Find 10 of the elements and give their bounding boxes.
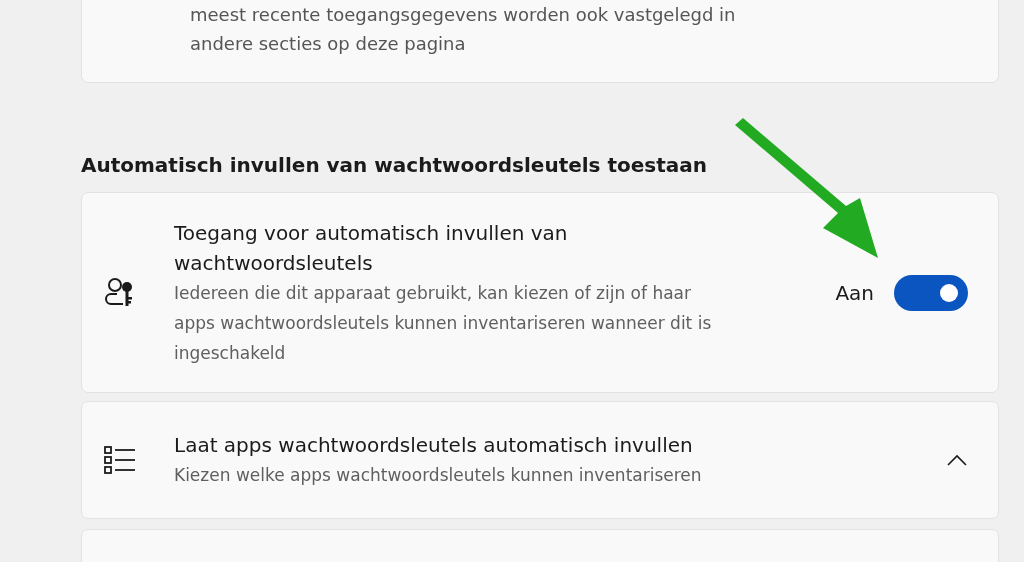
setting-description: Iedereen die dit apparaat gebruikt, kan kiezen of zijn of haar apps wachtwoordsleutels kunnen inventariseren wanneer dit is ingeschakeld	[174, 282, 713, 365]
list-icon	[103, 443, 137, 477]
card-description: meest recente toegangsgegevens worden ook vastgelegd in andere secties op deze pagina	[190, 3, 737, 56]
toggle-state-label: Aan	[835, 281, 874, 305]
chevron-up-icon[interactable]	[946, 453, 968, 467]
setting-description: Kiezen welke apps wachtwoordsleutels kunnen inventariseren	[174, 464, 703, 487]
section-heading: Automatisch invullen van wachtwoordsleutels toestaan	[81, 153, 709, 177]
setting-title: Laat apps wachtwoordsleutels automatisch invullen	[174, 432, 694, 459]
setting-title: Toegang voor automatisch invullen van wachtwoordsleutels	[174, 220, 569, 277]
toggle-switch[interactable]	[894, 275, 968, 311]
